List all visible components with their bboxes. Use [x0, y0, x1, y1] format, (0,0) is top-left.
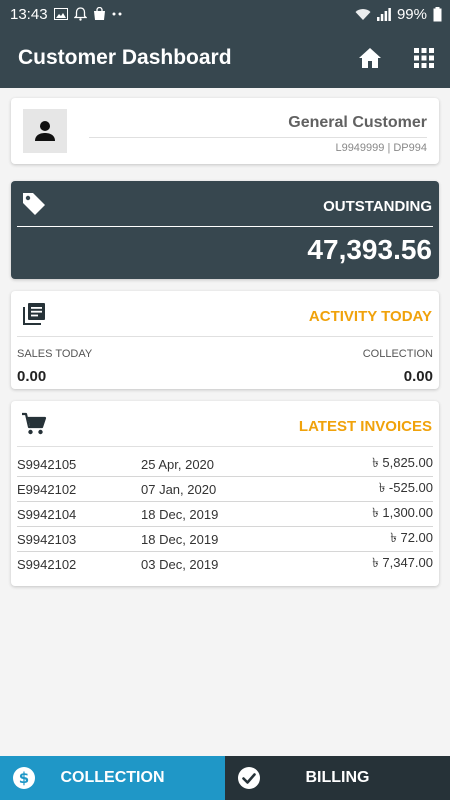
billing-button[interactable]: BILLING	[225, 756, 450, 800]
grid-apps-icon[interactable]	[414, 48, 434, 68]
customer-name: General Customer	[288, 114, 427, 131]
avatar	[23, 109, 67, 153]
signal-icon	[376, 7, 391, 21]
sales-today-label: SALES TODAY	[17, 348, 93, 360]
divider	[17, 226, 433, 227]
invoice-list: S9942105 25 Apr, 2020 ৳ 5,825.00 E994210…	[17, 452, 433, 577]
table-row[interactable]: S9942104 18 Dec, 2019 ৳ 1,300.00	[17, 502, 433, 527]
more-dots-icon	[112, 12, 122, 16]
invoice-amount: ৳ 5,825.00	[372, 454, 433, 470]
invoice-date: 18 Dec, 2019	[141, 506, 219, 522]
invoice-date: 03 Dec, 2019	[141, 557, 219, 572]
customer-codes: L9949999 | DP994	[335, 142, 427, 154]
dollar-circle-icon: $	[12, 766, 36, 790]
invoice-amount: ৳ 72.00	[390, 529, 433, 545]
invoice-amount: ৳ 1,300.00	[372, 504, 433, 520]
app-bar: Customer Dashboard	[0, 28, 450, 88]
outstanding-card: OUTSTANDING 47,393.56	[11, 181, 439, 279]
status-time: 13:43	[10, 5, 48, 23]
image-icon	[53, 8, 68, 20]
shopping-bag-icon	[93, 7, 106, 21]
invoice-date: 07 Jan, 2020	[141, 481, 217, 497]
invoice-amount: ৳ 7,347.00	[372, 555, 433, 570]
collection-value: 0.00	[403, 368, 433, 385]
invoice-number: S9942104	[17, 506, 77, 522]
outstanding-value: 47,393.56	[307, 234, 432, 265]
divider	[17, 336, 433, 337]
divider	[89, 137, 427, 138]
cart-icon	[21, 411, 47, 437]
latest-invoices-card: LATEST INVOICES S9942105 25 Apr, 2020 ৳ …	[11, 401, 439, 586]
tag-icon	[21, 191, 47, 217]
invoice-amount: ৳ -525.00	[378, 479, 433, 495]
activity-title: ACTIVITY TODAY	[308, 308, 432, 325]
table-row[interactable]: S9942105 25 Apr, 2020 ৳ 5,825.00	[17, 452, 433, 477]
book-list-icon	[21, 301, 47, 327]
table-row[interactable]: S9942102 03 Dec, 2019 ৳ 7,347.00	[17, 552, 433, 577]
invoice-number: S9942105	[17, 456, 77, 472]
check-circle-icon	[237, 766, 261, 790]
svg-text:$: $	[19, 769, 29, 787]
collection-label: COLLECTION	[362, 348, 433, 360]
screen: 13:43 99% Customer Dashboard General Cus…	[0, 0, 450, 800]
page-title: Customer Dashboard	[18, 46, 232, 69]
bell-icon	[73, 7, 87, 21]
invoice-number: S9942103	[17, 531, 77, 547]
table-row[interactable]: E9942102 07 Jan, 2020 ৳ -525.00	[17, 477, 433, 502]
wifi-icon	[355, 8, 371, 21]
outstanding-label: OUTSTANDING	[323, 198, 432, 215]
collection-button[interactable]: $ COLLECTION	[0, 756, 225, 800]
invoice-date: 18 Dec, 2019	[141, 531, 219, 547]
person-icon	[33, 119, 57, 143]
divider	[17, 446, 433, 447]
customer-card[interactable]: General Customer L9949999 | DP994	[11, 98, 439, 164]
battery-icon	[433, 6, 442, 22]
battery-percent: 99%	[396, 5, 427, 23]
invoice-date: 25 Apr, 2020	[141, 456, 215, 472]
activity-card: ACTIVITY TODAY SALES TODAY COLLECTION 0.…	[11, 291, 439, 389]
table-row[interactable]: S9942103 18 Dec, 2019 ৳ 72.00	[17, 527, 433, 552]
home-icon[interactable]	[358, 47, 382, 69]
bottom-nav: $ COLLECTION BILLING	[0, 756, 450, 800]
invoices-title: LATEST INVOICES	[298, 418, 432, 435]
status-bar: 13:43 99%	[0, 0, 450, 28]
invoice-number: S9942102	[17, 557, 77, 572]
invoice-number: E9942102	[17, 481, 77, 497]
sales-today-value: 0.00	[17, 368, 47, 385]
